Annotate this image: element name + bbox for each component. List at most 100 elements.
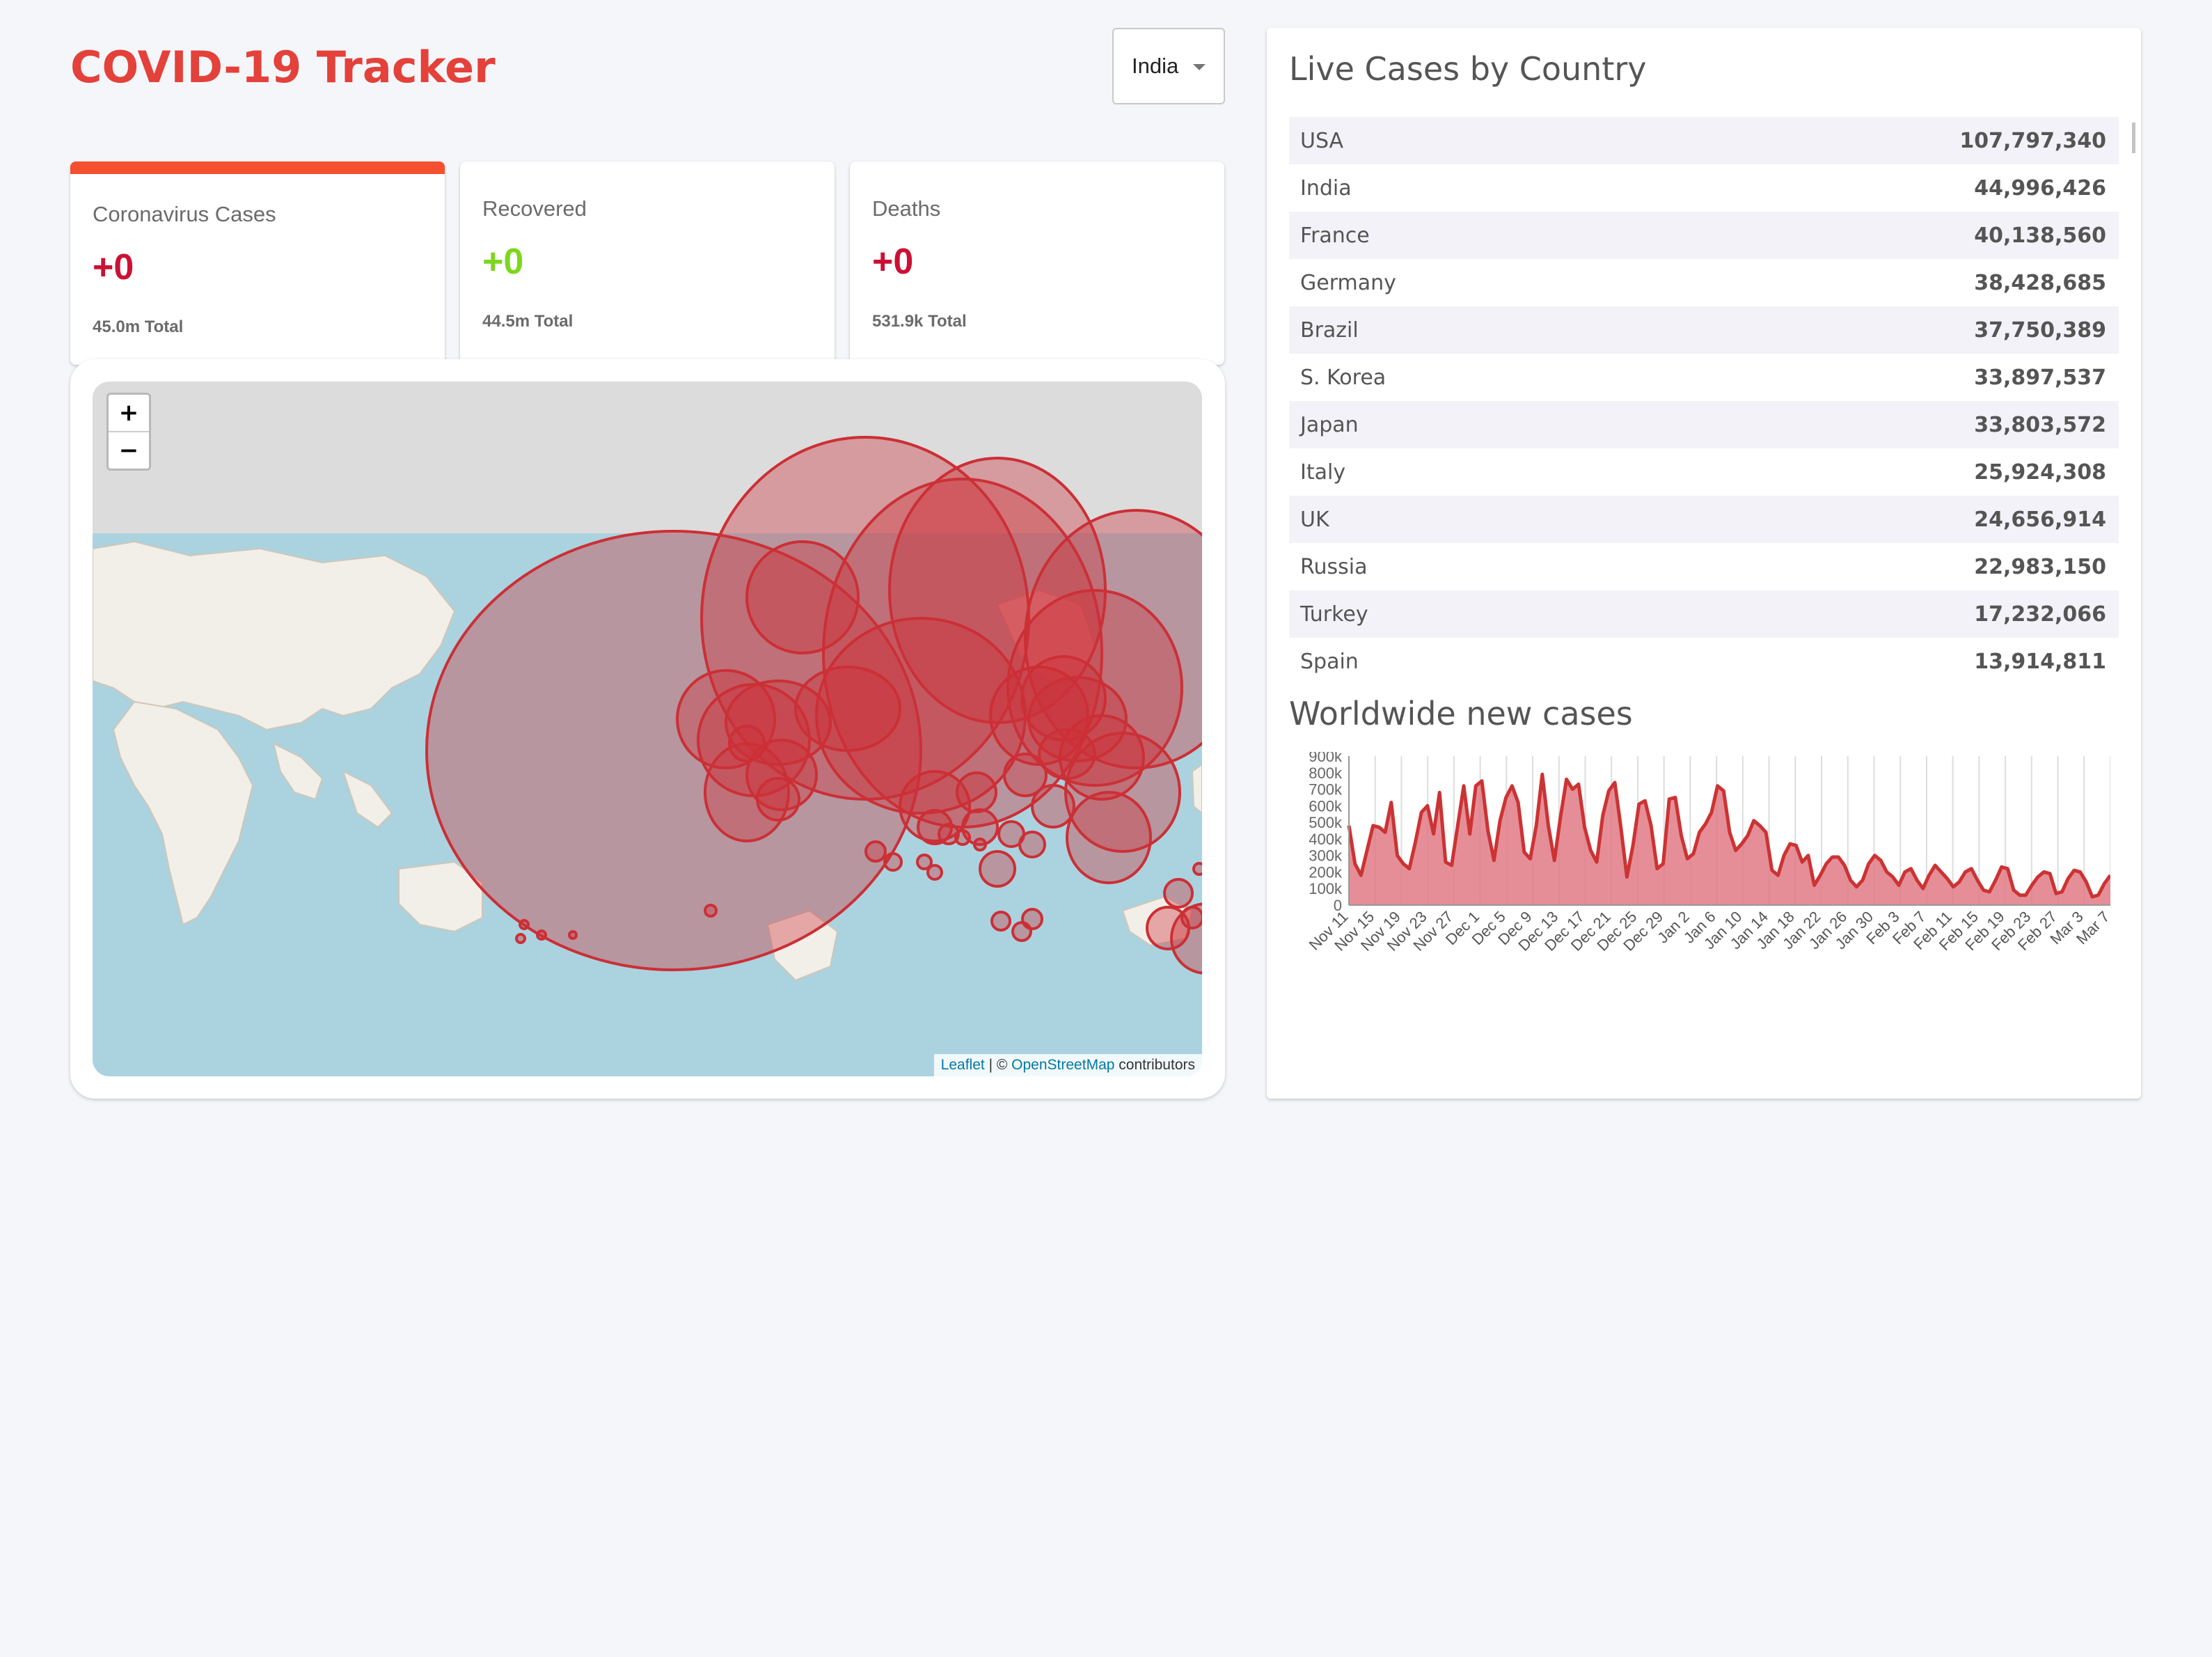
country-cases: 25,924,308 (1974, 460, 2106, 485)
country-cases: 33,803,572 (1974, 412, 2106, 437)
infobox-recovered[interactable]: Recovered +0 44.5m Total (460, 162, 835, 365)
country-cases: 17,232,066 (1974, 602, 2106, 627)
case-bubble[interactable] (1180, 906, 1202, 929)
infobox-cases-label: Coronavirus Cases (93, 202, 276, 226)
table-row: India 44,996,426 (1289, 164, 2119, 212)
country-name: USA (1300, 128, 1344, 153)
table-row: Russia 22,983,150 (1289, 543, 2119, 590)
case-bubble[interactable] (1018, 831, 1046, 858)
country-dropdown-value: India (1132, 54, 1179, 78)
case-bubble[interactable] (1031, 784, 1075, 828)
country-cases: 13,914,811 (1974, 649, 2106, 674)
country-name: Japan (1300, 412, 1359, 437)
case-bubble[interactable] (917, 809, 953, 845)
table-scrollbar[interactable] (2132, 123, 2135, 153)
case-bubble[interactable] (926, 864, 943, 881)
infobox-cases-total: 45.0m Total (93, 317, 184, 336)
country-name: Spain (1300, 649, 1359, 674)
zoom-out-button[interactable]: − (109, 432, 149, 469)
country-cases: 24,656,914 (1974, 507, 2106, 532)
y-tick-label: 900k (1309, 752, 1343, 765)
map-attribution: Leaflet | © OpenStreetMap contributors (933, 1054, 1202, 1076)
table-row: Turkey 17,232,066 (1289, 590, 2119, 638)
infobox-recovered-value: +0 (482, 242, 524, 282)
country-cases: 44,996,426 (1974, 175, 2106, 201)
osm-link[interactable]: OpenStreetMap (1011, 1057, 1114, 1073)
infobox-recovered-label: Recovered (482, 196, 587, 221)
attribution-suffix: contributors (1114, 1057, 1195, 1073)
live-cases-title: Live Cases by Country (1289, 50, 1647, 88)
case-bubble[interactable] (1066, 791, 1152, 884)
infobox-cases-value: +0 (93, 247, 134, 288)
table-row: Brazil 37,750,389 (1289, 306, 2119, 354)
country-name: Turkey (1300, 602, 1368, 627)
world-map[interactable]: + − Leaflet | © OpenStreetMap contributo… (93, 382, 1202, 1076)
table-row: S. Korea 33,897,537 (1289, 354, 2119, 401)
case-bubble[interactable] (1192, 862, 1202, 876)
infobox-deaths-label: Deaths (872, 196, 941, 221)
case-bubble[interactable] (704, 904, 718, 918)
app-header: COVID-19 Tracker India (70, 28, 1225, 132)
case-bubble[interactable] (515, 933, 526, 944)
case-bubble[interactable] (1059, 714, 1145, 801)
infobox-recovered-total: 44.5m Total (482, 312, 574, 331)
zoom-in-button[interactable]: + (109, 395, 149, 432)
case-bubble[interactable] (954, 829, 971, 846)
case-bubble[interactable] (883, 852, 903, 872)
country-cases: 37,750,389 (1974, 317, 2106, 343)
attribution-separator: | © (984, 1057, 1012, 1073)
infobox-deaths[interactable]: Deaths +0 531.9k Total (850, 162, 1224, 365)
table-row: USA 107,797,340 (1289, 117, 2119, 164)
case-bubble[interactable] (519, 919, 530, 930)
y-tick-label: 700k (1309, 781, 1343, 799)
case-bubble[interactable] (728, 725, 766, 762)
y-tick-label: 500k (1309, 814, 1343, 831)
app-title: COVID-19 Tracker (70, 42, 496, 93)
y-tick-label: 100k (1309, 880, 1343, 897)
new-cases-chart: 0100k200k300k400k500k600k700k800k900kNov… (1306, 752, 2110, 955)
table-row: UK 24,656,914 (1289, 496, 2119, 543)
country-name: Italy (1300, 460, 1346, 485)
table-row: Spain 13,914,811 (1289, 638, 2119, 685)
country-name: Brazil (1300, 317, 1359, 343)
chart-title: Worldwide new cases (1289, 695, 1633, 732)
infobox-deaths-total: 531.9k Total (872, 312, 967, 331)
cases-table[interactable]: USA 107,797,340 India 44,996,426 France 40,13… (1289, 117, 2119, 685)
y-tick-label: 200k (1309, 863, 1343, 881)
country-name: UK (1300, 507, 1329, 532)
country-name: France (1300, 223, 1370, 248)
y-tick-label: 400k (1309, 831, 1343, 848)
infobox-deaths-value: +0 (872, 242, 914, 282)
case-bubble[interactable] (990, 911, 1011, 932)
case-bubble[interactable] (979, 850, 1016, 888)
case-bubble[interactable] (1021, 908, 1043, 930)
table-row: Italy 25,924,308 (1289, 448, 2119, 496)
case-bubble[interactable] (756, 777, 800, 822)
country-cases: 38,428,685 (1974, 270, 2106, 295)
country-name: S. Korea (1300, 365, 1387, 390)
map-card: + − Leaflet | © OpenStreetMap contributo… (70, 359, 1225, 1099)
case-bubble[interactable] (536, 929, 547, 941)
country-cases: 40,138,560 (1974, 223, 2106, 248)
case-bubble[interactable] (864, 840, 887, 863)
country-cases: 107,797,340 (1959, 128, 2106, 153)
right-panel: Live Cases by Country USA 107,797,340 Indi… (1267, 28, 2141, 1099)
country-name: India (1300, 175, 1352, 201)
y-tick-label: 800k (1309, 764, 1343, 782)
stats-row: Coronavirus Cases +0 45.0m Total Recover… (70, 162, 1225, 365)
country-name: Russia (1300, 554, 1368, 579)
case-bubble[interactable] (568, 930, 578, 940)
case-bubble[interactable] (956, 771, 997, 813)
table-row: France 40,138,560 (1289, 212, 2119, 259)
leaflet-link[interactable]: Leaflet (941, 1057, 985, 1073)
infobox-cases[interactable]: Coronavirus Cases +0 45.0m Total (70, 162, 445, 365)
country-cases: 33,897,537 (1974, 365, 2106, 390)
y-tick-label: 300k (1309, 847, 1343, 865)
caret-down-icon (1193, 64, 1206, 70)
map-canvas (93, 436, 1202, 1076)
country-name: Germany (1300, 270, 1396, 295)
country-dropdown[interactable]: India (1112, 28, 1225, 104)
table-row: Japan 33,803,572 (1289, 401, 2119, 448)
case-bubble[interactable] (1163, 878, 1194, 909)
case-bubble[interactable] (973, 838, 987, 851)
